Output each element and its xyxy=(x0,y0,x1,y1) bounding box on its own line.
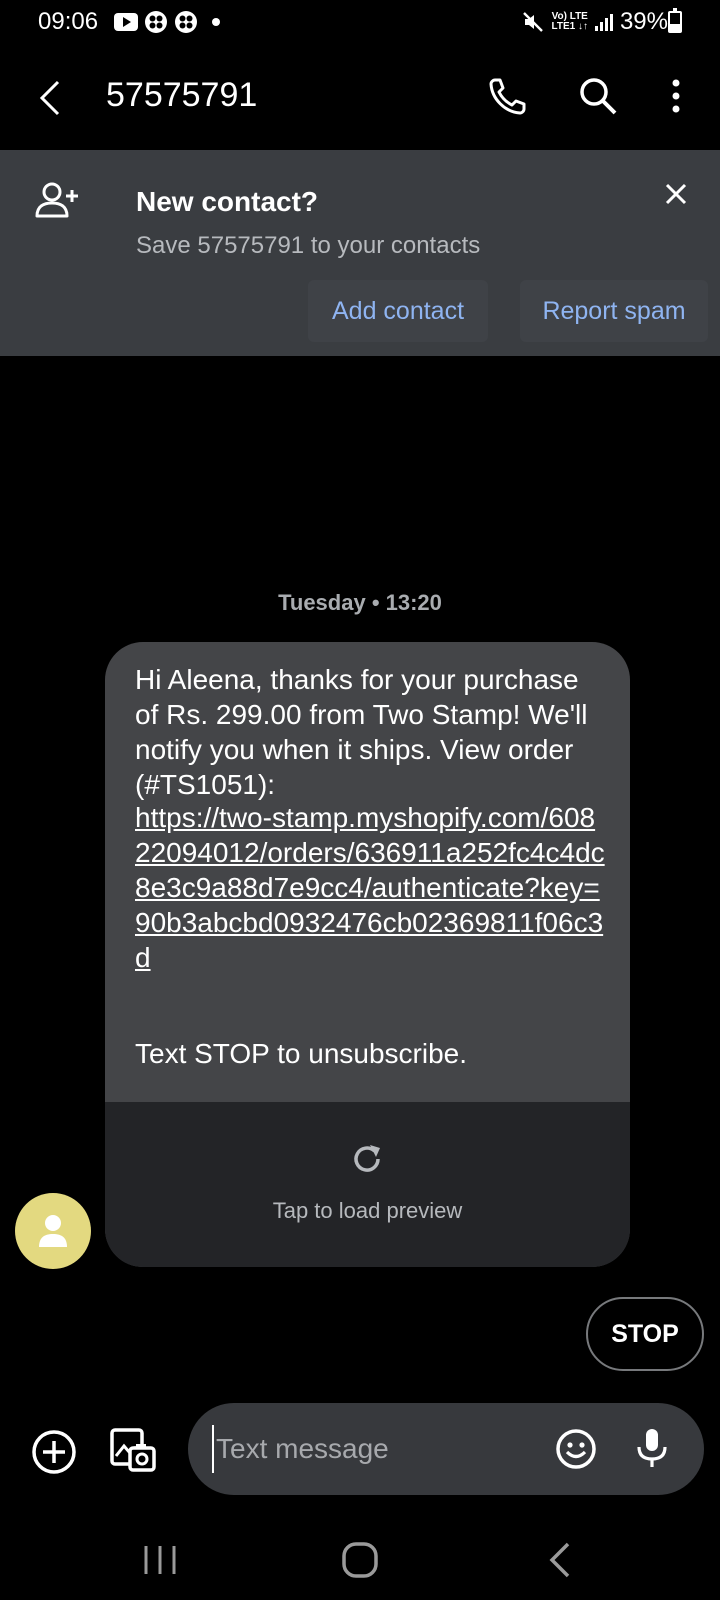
emoji-icon[interactable] xyxy=(554,1427,598,1471)
battery-percent: 39% xyxy=(619,8,668,35)
search-icon[interactable] xyxy=(576,74,620,118)
link-preview[interactable]: Tap to load preview xyxy=(105,1102,630,1267)
recent-apps-icon[interactable] xyxy=(140,1540,180,1580)
status-bar: 09:06 Vo) LTE LTE1 ↓↑ 39% xyxy=(0,0,720,46)
mic-icon[interactable] xyxy=(630,1425,674,1471)
dot-icon xyxy=(212,18,220,26)
add-contact-button[interactable]: Add contact xyxy=(308,280,488,342)
network-label: Vo) LTE LTE1 ↓↑ xyxy=(551,12,587,32)
add-circle-icon[interactable] xyxy=(30,1428,78,1476)
mute-icon xyxy=(523,12,544,32)
preview-label: Tap to load preview xyxy=(272,1198,463,1223)
youtube-icon xyxy=(114,13,138,31)
person-icon xyxy=(39,1215,67,1247)
navigation-bar xyxy=(0,1520,720,1600)
report-spam-button[interactable]: Report spam xyxy=(520,280,708,342)
status-time: 09:06 xyxy=(38,8,99,35)
add-person-icon xyxy=(35,182,78,218)
date-label: Tuesday • 13:20 xyxy=(278,590,442,615)
app-bar: 57575791 xyxy=(0,60,720,140)
new-contact-banner: New contact? Save 57575791 to your conta… xyxy=(0,150,720,356)
stop-quick-reply[interactable]: STOP xyxy=(586,1297,704,1371)
reload-icon xyxy=(354,1145,380,1172)
system-icons: Vo) LTE LTE1 ↓↑ 39% xyxy=(521,8,668,36)
notification-icons xyxy=(114,10,220,34)
banner-subtitle: Save 57575791 to your contacts xyxy=(136,232,481,259)
clover-icon xyxy=(175,11,197,33)
battery-icon xyxy=(668,8,682,33)
phone-icon[interactable] xyxy=(486,74,530,118)
message-bubble[interactable]: Hi Aleena, thanks for your purchase of R… xyxy=(105,642,630,1267)
network-bottom: LTE1 ↓↑ xyxy=(551,21,588,32)
message-link[interactable]: https://two-stamp.myshopify.com/60822094… xyxy=(135,800,610,975)
avatar[interactable] xyxy=(15,1193,91,1269)
back-icon[interactable] xyxy=(544,1540,576,1580)
home-icon[interactable] xyxy=(338,1538,382,1582)
unsubscribe-text: Text STOP to unsubscribe. xyxy=(135,1038,468,1069)
back-arrow-icon[interactable] xyxy=(30,76,74,120)
conversation-title: 57575791 xyxy=(106,76,258,114)
signal-icon xyxy=(594,14,613,31)
more-vert-icon[interactable] xyxy=(654,74,698,118)
message-composer xyxy=(188,1403,704,1495)
gallery-camera-icon[interactable] xyxy=(108,1426,158,1476)
text-message-input[interactable] xyxy=(212,1425,512,1473)
close-icon[interactable] xyxy=(660,178,692,210)
banner-title: New contact? xyxy=(136,186,319,217)
clover-icon xyxy=(145,11,167,33)
message-text: Hi Aleena, thanks for your purchase of R… xyxy=(135,664,596,800)
